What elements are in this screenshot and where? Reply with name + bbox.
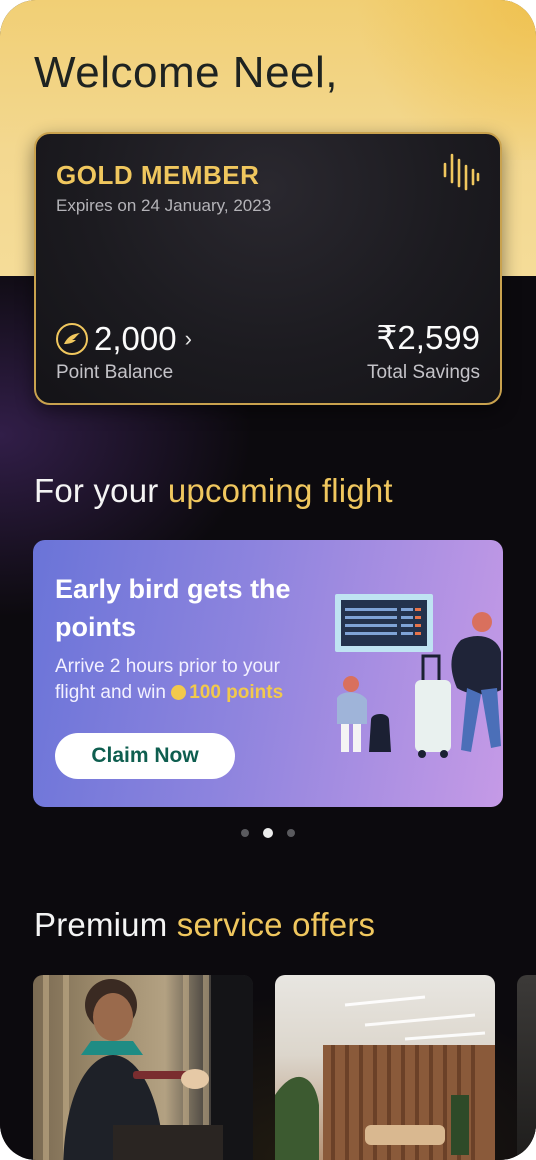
claim-now-button[interactable]: Claim Now	[55, 733, 235, 779]
brand-logo-icon	[443, 153, 480, 191]
upcoming-title-accent: upcoming flight	[167, 472, 393, 509]
offer-card-lounge[interactable]	[275, 975, 495, 1160]
upcoming-title-plain: For your	[34, 472, 168, 509]
promo-banner[interactable]: Early bird gets the points Arrive 2 hour…	[33, 540, 503, 807]
points-balance-link[interactable]: 2,000 ›	[56, 320, 192, 358]
premium-title-accent: service offers	[176, 906, 376, 943]
premium-title-plain: Premium	[34, 906, 177, 943]
welcome-heading: Welcome Neel,	[34, 48, 339, 97]
savings-label: Total Savings	[366, 362, 480, 383]
membership-tier: GOLD MEMBER	[56, 160, 260, 190]
mini-coin-icon	[171, 685, 187, 700]
membership-card[interactable]: GOLD MEMBER Expires on 24 January, 2023 …	[34, 132, 502, 405]
points-value: 2,000	[94, 320, 177, 357]
carousel-dot-active[interactable]	[263, 828, 273, 838]
carousel-dot[interactable]	[287, 829, 295, 837]
savings-value: ₹2,599	[376, 319, 480, 356]
points-label: Point Balance	[56, 362, 174, 383]
concierge-photo	[43, 975, 253, 1160]
app-screen: Welcome Neel, GOLD MEMBER Expires on 24 …	[0, 0, 536, 1160]
carousel-indicator[interactable]	[0, 828, 536, 838]
lounge-photo	[275, 995, 495, 1160]
membership-expiry: Expires on 24 January, 2023	[56, 196, 272, 215]
offer-card-concierge[interactable]	[33, 975, 253, 1160]
offer-card-partial[interactable]	[517, 975, 536, 1160]
carousel-dot[interactable]	[241, 829, 249, 837]
promo-description: Arrive 2 hours prior to your flight and …	[55, 654, 325, 706]
airport-travelers-illustration	[335, 594, 501, 758]
premium-section-title: Premium service offers	[34, 906, 375, 944]
upcoming-section-title: For your upcoming flight	[34, 472, 393, 510]
promo-points: 100 points	[189, 682, 284, 703]
promo-title: Early bird gets the points	[55, 574, 291, 642]
points-coin-icon	[56, 323, 88, 355]
chevron-right-icon: ›	[184, 326, 192, 351]
